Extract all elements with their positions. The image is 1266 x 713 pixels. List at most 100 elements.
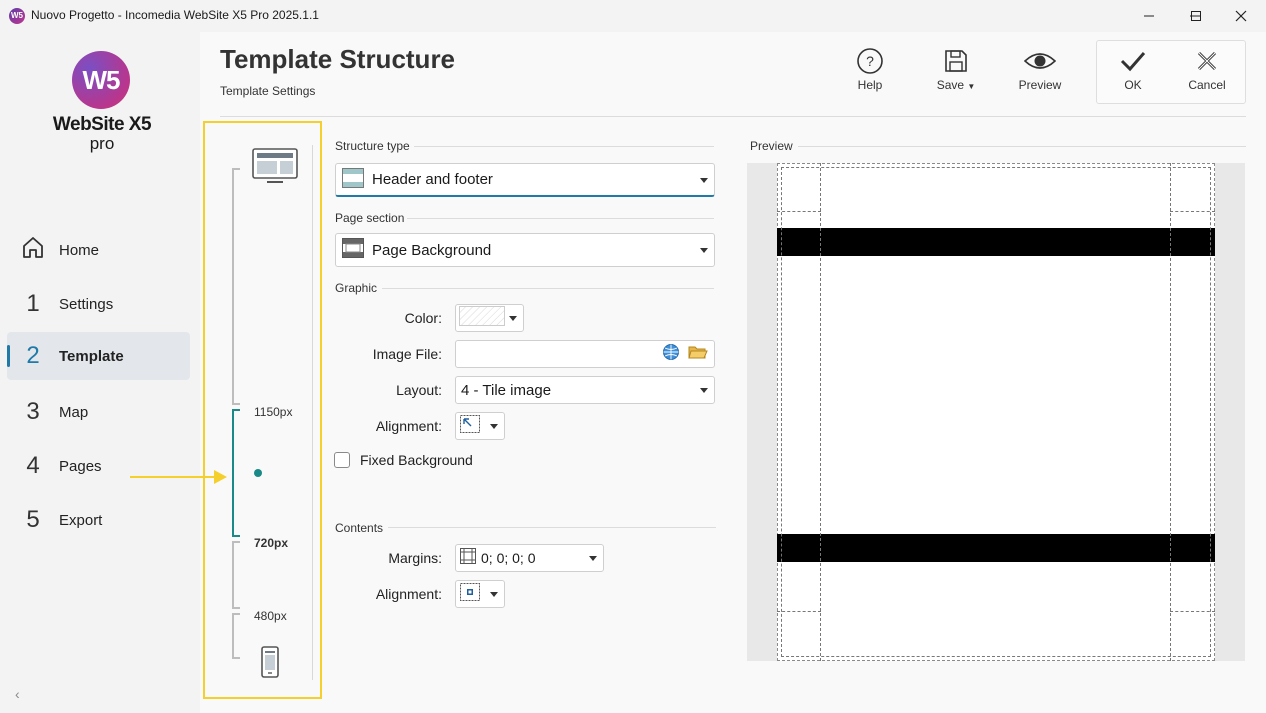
nav-item-label: Settings xyxy=(59,295,114,313)
section-divider xyxy=(382,288,714,289)
structure-type-value: Header and footer xyxy=(372,171,493,188)
app-icon: W5 xyxy=(9,8,25,24)
structure-type-label: Structure type xyxy=(335,139,410,153)
transparent-swatch-icon xyxy=(459,306,505,330)
preview-section-label: Preview xyxy=(750,139,793,153)
page-title: Template Structure xyxy=(220,44,456,74)
preview-guide xyxy=(1210,167,1211,657)
save-button[interactable]: Save ▼ xyxy=(921,44,991,104)
svg-text:?: ? xyxy=(866,53,874,69)
margins-value: 0; 0; 0; 0 xyxy=(481,550,536,566)
nav-number: 4 xyxy=(26,452,40,479)
preview-guide xyxy=(781,656,1211,657)
fixed-background-label[interactable]: Fixed Background xyxy=(360,452,473,468)
section-divider xyxy=(407,218,714,219)
chevron-down-icon xyxy=(700,248,708,253)
home-icon xyxy=(7,234,59,267)
margins-label: Margins: xyxy=(388,550,442,566)
arrow-head-icon xyxy=(214,470,227,484)
ok-label: OK xyxy=(1124,78,1142,92)
align-top-left-icon xyxy=(459,414,481,438)
eye-icon xyxy=(1005,44,1075,78)
chevron-down-icon xyxy=(509,316,517,321)
color-picker[interactable] xyxy=(455,304,524,332)
preview-guide xyxy=(777,611,821,612)
nav-item-label: Map xyxy=(59,403,89,421)
highlight-arrow xyxy=(130,476,218,478)
chevron-down-icon xyxy=(589,556,597,561)
nav-item-template[interactable]: 2 Template xyxy=(7,332,190,380)
nav-number: 5 xyxy=(26,506,40,533)
nav-item-map[interactable]: 3 Map xyxy=(7,388,190,436)
margins-icon xyxy=(459,547,477,569)
page-section-label: Page section xyxy=(335,211,405,225)
cancel-label: Cancel xyxy=(1188,78,1226,92)
collapse-sidebar-icon[interactable]: ‹ xyxy=(15,686,20,702)
layout-label: Layout: xyxy=(396,382,442,398)
help-icon: ? xyxy=(835,44,905,78)
chevron-down-icon xyxy=(700,177,708,183)
nav-item-label: Pages xyxy=(59,457,102,475)
close-window-button[interactable] xyxy=(1218,0,1264,32)
header-footer-layout-icon xyxy=(342,167,364,192)
nav-item-export[interactable]: 5 Export xyxy=(7,496,190,544)
align-center-icon xyxy=(459,582,481,606)
fixed-background-checkbox[interactable] xyxy=(334,452,350,468)
maximize-button[interactable] xyxy=(1173,0,1219,32)
ok-button[interactable]: OK xyxy=(1098,44,1168,104)
contents-label: Contents xyxy=(335,521,384,535)
chevron-down-icon: ▼ xyxy=(967,82,976,91)
chevron-down-icon xyxy=(490,592,498,597)
nav-item-settings[interactable]: 1 Settings xyxy=(7,280,190,328)
cancel-button[interactable]: Cancel xyxy=(1172,44,1242,104)
page-background-icon xyxy=(342,238,364,262)
layout-select[interactable]: 4 - Tile image xyxy=(455,376,715,404)
checkmark-icon xyxy=(1098,44,1168,78)
help-button[interactable]: ? Help xyxy=(835,44,905,104)
globe-icon[interactable] xyxy=(662,343,680,365)
brand-name: WebSite X5 xyxy=(52,114,152,135)
nav-home[interactable]: Home xyxy=(7,226,190,274)
nav-home-label: Home xyxy=(59,241,100,259)
cancel-x-icon xyxy=(1172,44,1242,78)
preview-button[interactable]: Preview xyxy=(1005,44,1075,104)
nav-item-pages[interactable]: 4 Pages xyxy=(7,442,190,490)
section-divider xyxy=(414,146,714,147)
graphic-label: Graphic xyxy=(335,281,378,295)
help-label: Help xyxy=(857,78,883,92)
folder-open-icon[interactable] xyxy=(688,344,708,364)
page-section-select[interactable]: Page Background xyxy=(335,233,715,267)
preview-guide xyxy=(781,167,1211,168)
preview-guide xyxy=(1170,211,1215,212)
save-label: Save xyxy=(936,78,965,92)
layout-value: 4 - Tile image xyxy=(461,381,552,399)
save-icon xyxy=(921,44,991,78)
preview-guide xyxy=(1170,611,1215,612)
graphic-alignment-select[interactable] xyxy=(455,412,505,440)
alignment-label: Alignment: xyxy=(375,418,442,434)
margins-select[interactable]: 0; 0; 0; 0 xyxy=(455,544,604,572)
nav-number: 2 xyxy=(26,342,40,369)
section-divider xyxy=(798,146,1246,147)
nav-item-label: Template xyxy=(59,347,124,365)
preview-header-band xyxy=(777,228,1215,256)
header-divider xyxy=(220,116,1246,117)
chevron-down-icon xyxy=(700,388,708,393)
color-label: Color: xyxy=(404,310,442,326)
contents-alignment-label: Alignment: xyxy=(375,586,442,602)
preview-guide xyxy=(781,167,782,657)
page-section-value: Page Background xyxy=(372,241,492,259)
nav-number: 3 xyxy=(26,398,40,425)
nav-item-label: Export xyxy=(59,511,103,529)
image-file-label: Image File: xyxy=(372,346,442,362)
minimize-button[interactable] xyxy=(1126,0,1172,32)
image-file-input[interactable] xyxy=(455,340,715,368)
preview-guide xyxy=(1170,163,1171,661)
nav-number: 1 xyxy=(26,290,40,317)
structure-type-select[interactable]: Header and footer xyxy=(335,163,715,197)
contents-alignment-select[interactable] xyxy=(455,580,505,608)
page-subtitle: Template Settings xyxy=(220,84,316,98)
preview-guide xyxy=(820,163,821,661)
preview-label: Preview xyxy=(1018,78,1062,92)
section-divider xyxy=(388,527,716,528)
